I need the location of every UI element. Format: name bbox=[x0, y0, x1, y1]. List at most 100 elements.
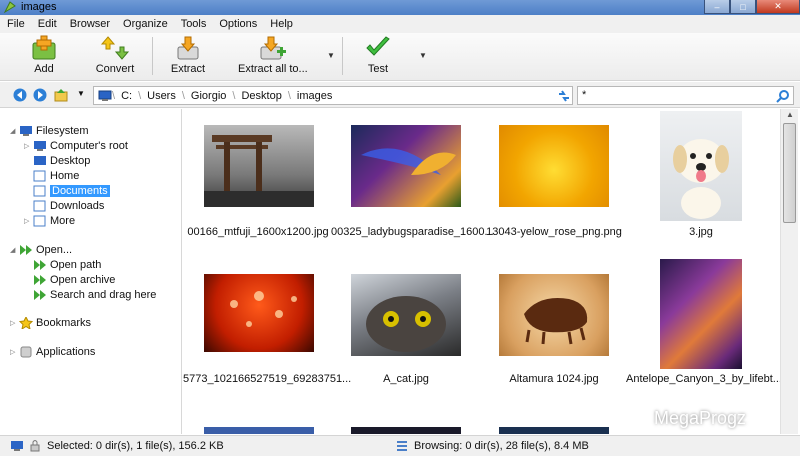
extract-all-button[interactable]: Extract all to... bbox=[238, 35, 308, 79]
path-bar[interactable]: \ C: \ Users \ Giorgio \ Desktop \ image… bbox=[93, 86, 573, 105]
tree-applications[interactable]: ▷ Applications bbox=[10, 345, 95, 359]
path-segment[interactable]: Users bbox=[141, 90, 182, 102]
menu-edit[interactable]: Edit bbox=[38, 18, 57, 30]
thumbnail-partial[interactable] bbox=[351, 427, 461, 434]
convert-button[interactable]: Convert bbox=[92, 35, 138, 79]
torii-gate-image bbox=[204, 135, 314, 207]
app-icon bbox=[3, 1, 16, 14]
path-segment[interactable]: Desktop bbox=[235, 90, 287, 102]
test-button[interactable]: Test bbox=[358, 35, 398, 79]
expand-arrow-icon[interactable]: ▷ bbox=[24, 217, 33, 225]
sidebar-item-documents[interactable]: Documents bbox=[33, 184, 110, 198]
up-folder-icon[interactable] bbox=[54, 88, 68, 102]
expand-arrow-icon[interactable]: ▷ bbox=[24, 142, 33, 150]
expand-arrow-icon[interactable]: ▷ bbox=[10, 319, 19, 327]
close-button[interactable]: ✕ bbox=[756, 0, 800, 14]
thumbnail-altamura[interactable] bbox=[499, 274, 609, 356]
file-grid: 00166_mtfuji_1600x1200.jpg 00325_ladybug… bbox=[183, 109, 780, 434]
extract-button[interactable]: Extract bbox=[166, 35, 210, 79]
minimize-button[interactable]: – bbox=[704, 0, 730, 14]
history-dropdown-icon[interactable]: ▼ bbox=[77, 89, 85, 98]
menu-bar: File Edit Browser Organize Tools Options… bbox=[0, 15, 800, 33]
thumbnail-mtfuji[interactable] bbox=[204, 125, 314, 207]
menu-browser[interactable]: Browser bbox=[70, 18, 110, 30]
toolbar: Add Convert Extract Extract all to... ▼ … bbox=[0, 33, 800, 81]
droplets-image bbox=[230, 291, 297, 327]
file-name[interactable]: Antelope_Canyon_3_by_lifebt... bbox=[626, 373, 780, 385]
thumbnail-cat[interactable] bbox=[351, 274, 461, 356]
checkmark-icon bbox=[366, 36, 390, 56]
window-title: images bbox=[21, 1, 57, 13]
folder-icon bbox=[33, 215, 46, 227]
flower-image bbox=[361, 148, 456, 175]
expand-arrow-icon[interactable]: ▷ bbox=[10, 348, 19, 356]
menu-help[interactable]: Help bbox=[270, 18, 293, 30]
status-selected: Selected: 0 dir(s), 1 file(s), 156.2 KB bbox=[47, 440, 224, 452]
file-name[interactable]: Altamura 1024.jpg bbox=[479, 373, 629, 385]
sidebar-item-more[interactable]: ▷ More bbox=[24, 214, 75, 228]
sidebar-item-open-archive[interactable]: Open archive bbox=[33, 273, 115, 287]
path-segment[interactable]: images bbox=[291, 90, 338, 102]
scroll-up-icon[interactable]: ▲ bbox=[786, 110, 794, 119]
watermark-logo-icon bbox=[623, 405, 649, 431]
sidebar-item-downloads[interactable]: Downloads bbox=[33, 199, 104, 213]
list-icon bbox=[397, 441, 407, 451]
add-icon bbox=[32, 35, 56, 60]
search-input[interactable]: * bbox=[577, 86, 794, 105]
collapse-arrow-icon[interactable]: ◢ bbox=[10, 127, 19, 135]
extract-dropdown-icon[interactable]: ▼ bbox=[327, 51, 335, 60]
back-icon[interactable] bbox=[13, 88, 27, 102]
menu-organize[interactable]: Organize bbox=[123, 18, 168, 30]
maximize-button[interactable]: □ bbox=[730, 0, 756, 14]
path-segment[interactable]: Giorgio bbox=[185, 90, 232, 102]
file-name[interactable]: 13043-yelow_rose_png.png bbox=[479, 226, 629, 238]
thumbnail-yellow-rose[interactable] bbox=[499, 125, 609, 207]
collapse-arrow-icon[interactable]: ◢ bbox=[10, 246, 19, 254]
menu-tools[interactable]: Tools bbox=[181, 18, 207, 30]
desktop-icon bbox=[34, 156, 46, 165]
search-icon[interactable] bbox=[776, 89, 790, 103]
open-icon bbox=[34, 260, 46, 270]
thumbnail-puppy[interactable] bbox=[660, 111, 742, 221]
path-segment[interactable]: C: bbox=[115, 90, 138, 102]
open-icon bbox=[34, 290, 46, 300]
puppy-image bbox=[673, 139, 729, 219]
thumbnail-antelope-canyon[interactable] bbox=[660, 259, 742, 369]
menu-file[interactable]: File bbox=[7, 18, 25, 30]
address-bar: ▼ \ C: \ Users \ Giorgio \ Desktop \ ima… bbox=[0, 82, 800, 108]
test-dropdown-icon[interactable]: ▼ bbox=[419, 51, 427, 60]
title-bar: images – □ ✕ bbox=[0, 0, 800, 15]
toolbar-separator bbox=[342, 37, 343, 75]
extract-all-icon bbox=[260, 36, 286, 60]
convert-icon bbox=[100, 36, 130, 60]
file-name[interactable]: 00325_ladybugsparadise_1600... bbox=[331, 226, 494, 238]
sidebar-item-computers-root[interactable]: ▷ Computer's root bbox=[24, 139, 128, 153]
sidebar-item-home[interactable]: Home bbox=[33, 169, 79, 183]
open-icon bbox=[34, 275, 46, 285]
sidebar-item-open-path[interactable]: Open path bbox=[33, 258, 101, 272]
thumbnail-partial[interactable] bbox=[204, 427, 314, 434]
menu-options[interactable]: Options bbox=[219, 18, 257, 30]
extract-icon bbox=[177, 36, 199, 60]
file-name[interactable]: A_cat.jpg bbox=[331, 373, 481, 385]
file-name[interactable]: 3.jpg bbox=[626, 226, 776, 238]
thumbnail-leaf-droplets[interactable] bbox=[204, 274, 314, 352]
refresh-icon[interactable] bbox=[557, 89, 571, 103]
forward-icon[interactable] bbox=[33, 88, 47, 102]
tree-bookmarks[interactable]: ▷ Bookmarks bbox=[10, 316, 91, 330]
tree-open[interactable]: ◢ Open... bbox=[10, 243, 72, 257]
vertical-scrollbar[interactable]: ▲ bbox=[780, 109, 798, 434]
file-name[interactable]: 5773_102166527519_69283751... bbox=[183, 373, 351, 385]
tree-filesystem[interactable]: ◢ Filesystem bbox=[10, 124, 89, 138]
add-button[interactable]: Add bbox=[22, 35, 66, 79]
scrollbar-thumb[interactable] bbox=[783, 123, 796, 223]
status-bar: Selected: 0 dir(s), 1 file(s), 156.2 KB … bbox=[0, 435, 800, 456]
thumbnail-partial[interactable] bbox=[499, 427, 609, 434]
bison-drawing-image bbox=[524, 298, 588, 345]
sidebar-item-search-drag[interactable]: Search and drag here bbox=[33, 288, 156, 302]
thumbnail-ladybugsparadise[interactable] bbox=[351, 125, 461, 207]
file-name[interactable]: 00166_mtfuji_1600x1200.jpg bbox=[183, 226, 333, 238]
sidebar-item-desktop[interactable]: Desktop bbox=[33, 154, 90, 168]
add-label: Add bbox=[34, 63, 54, 75]
extract-label: Extract bbox=[170, 63, 206, 75]
